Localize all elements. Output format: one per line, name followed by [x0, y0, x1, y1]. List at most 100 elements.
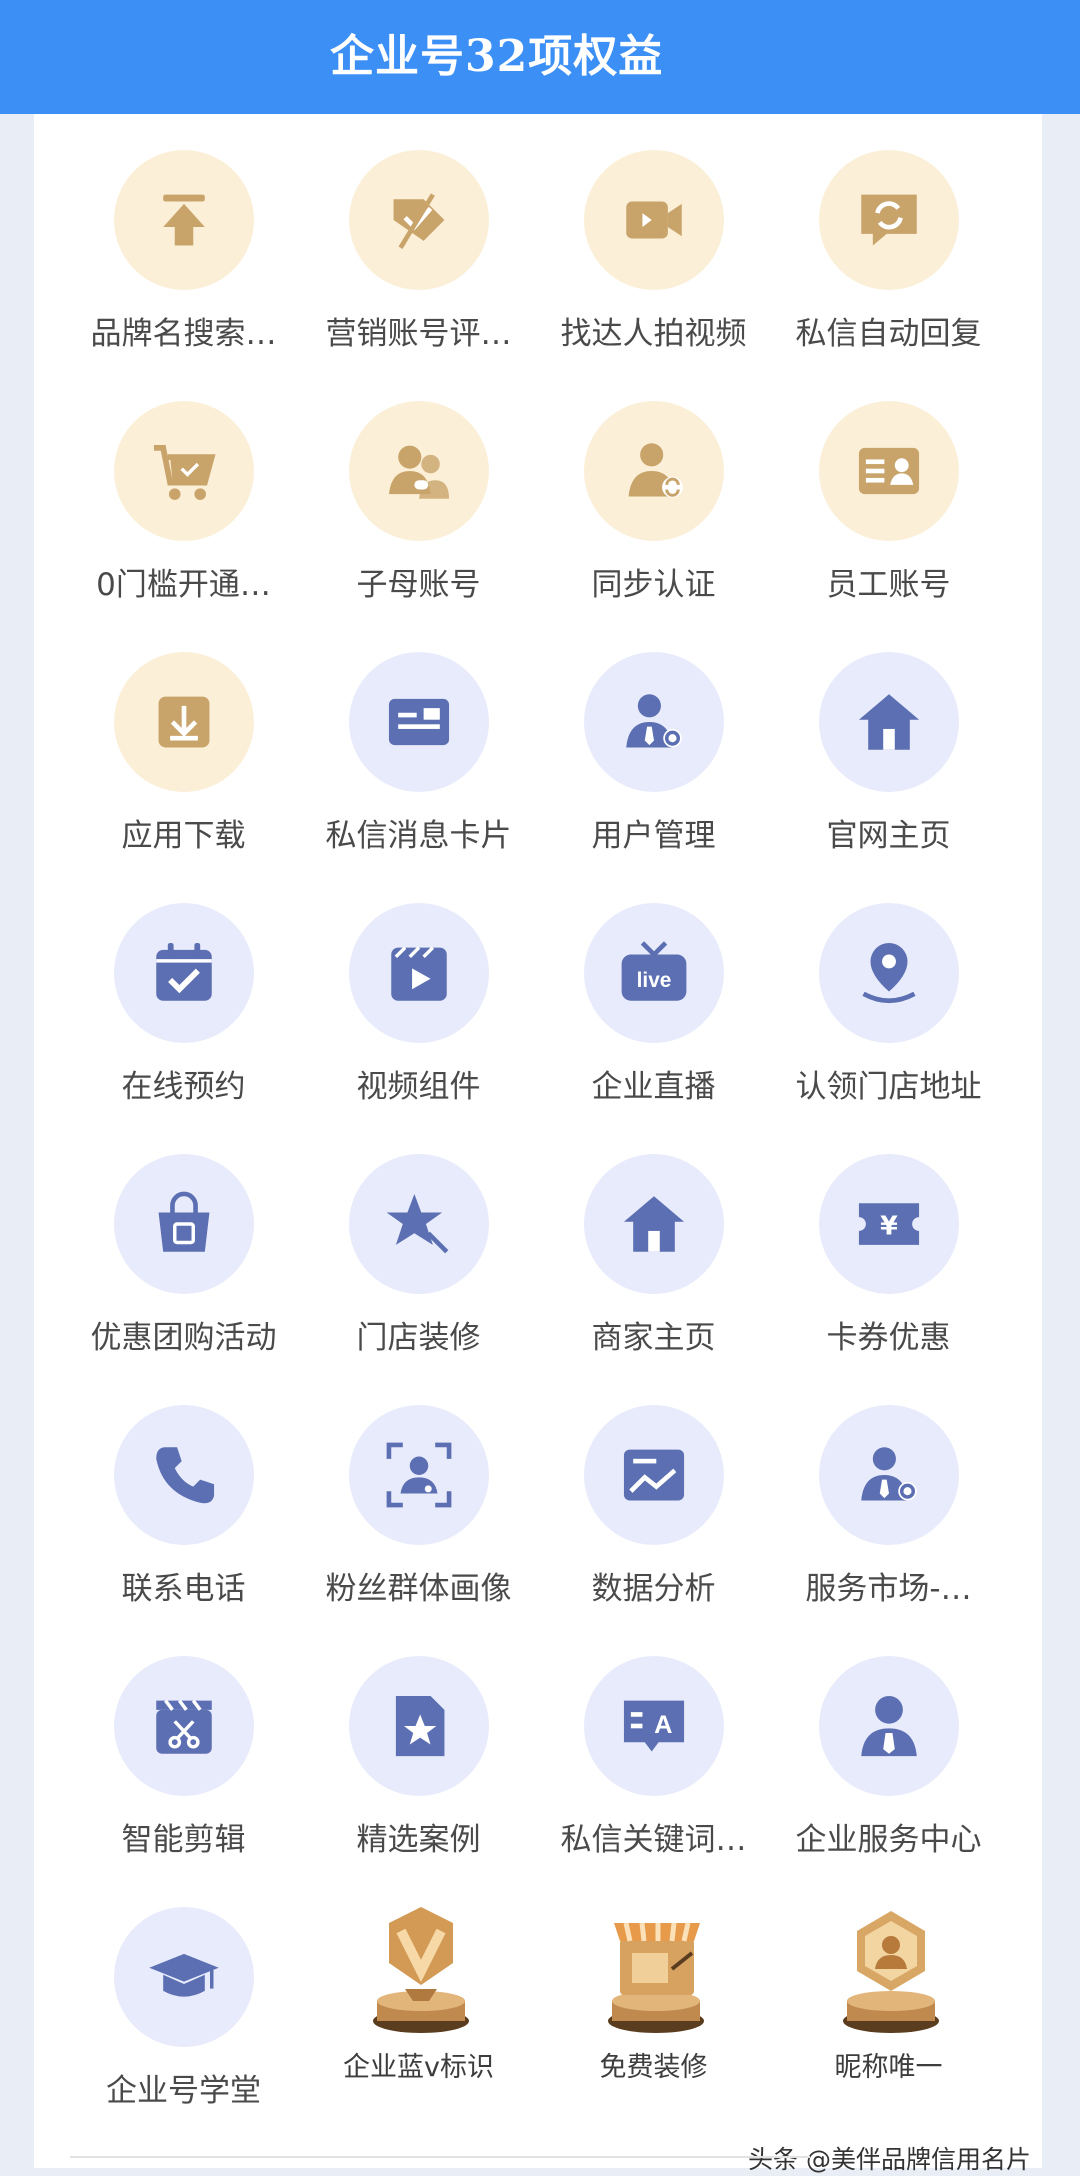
feature-label: 在线预约 — [121, 1069, 246, 1105]
feature-item[interactable]: live 企业直播 — [536, 903, 771, 1154]
feature-label: 私信关键词… — [560, 1822, 747, 1858]
feature-label: 视频组件 — [356, 1069, 481, 1105]
feature-item[interactable]: 员工账号 — [771, 401, 1006, 652]
feature-item[interactable]: 营销账号评… — [301, 150, 536, 401]
benefits-panel: 品牌名搜索… 营销账号评… 找达人拍视频 私信自动回复 0门槛开通… 子母账号 同步认证 员工… — [34, 114, 1042, 2168]
video-camera-icon — [583, 150, 724, 290]
feature-label: 员工账号 — [826, 567, 951, 603]
feature-item[interactable]: 官网主页 — [771, 652, 1006, 903]
live-tv-icon: live — [583, 903, 724, 1043]
location-pin-icon — [818, 903, 959, 1043]
svg-text:A: A — [654, 1711, 672, 1739]
feature-item[interactable]: 数据分析 — [536, 1405, 771, 1656]
feature-label: 服务市场-… — [805, 1571, 972, 1607]
feature-label: 门店装修 — [356, 1320, 481, 1356]
feature-label: 企业号学堂 — [106, 2073, 261, 2109]
feature-item[interactable]: 用户管理 — [536, 652, 771, 903]
feature-label: 数据分析 — [591, 1571, 716, 1607]
home-icon — [583, 1154, 724, 1294]
document-star-icon — [348, 1656, 489, 1796]
page-title: 企业号32项权益 — [330, 31, 664, 82]
feature-label: 子母账号 — [356, 567, 481, 603]
star-wand-icon — [348, 1154, 489, 1294]
badge-label: 昵称唯一 — [834, 2052, 943, 2083]
feature-item[interactable]: 粉丝群体画像 — [301, 1405, 536, 1656]
benefits-grid: 品牌名搜索… 营销账号评… 找达人拍视频 私信自动回复 0门槛开通… 子母账号 同步认证 员工… — [34, 114, 1042, 2168]
feature-item[interactable]: ¥ 卡券优惠 — [771, 1154, 1006, 1405]
feature-label: 0门槛开通… — [96, 567, 271, 603]
feature-item[interactable]: 优惠团购活动 — [66, 1154, 301, 1405]
feature-item[interactable]: 智能剪辑 — [66, 1656, 301, 1907]
coupon-icon: ¥ — [818, 1154, 959, 1294]
feature-item[interactable]: 门店装修 — [301, 1154, 536, 1405]
header-bar: 企业号32项权益 — [0, 0, 1080, 114]
blue-v-badge-icon — [349, 1893, 489, 2043]
feature-label: 卡券优惠 — [826, 1320, 951, 1356]
user-gear-icon — [583, 652, 724, 792]
feature-item[interactable]: 在线预约 — [66, 903, 301, 1154]
feature-item[interactable]: 应用下载 — [66, 652, 301, 903]
cart-check-icon — [113, 401, 254, 541]
id-card-icon — [818, 401, 959, 541]
feature-label: 同步认证 — [591, 567, 716, 603]
feature-item[interactable]: 品牌名搜索… — [66, 150, 301, 401]
arrow-up-icon — [113, 150, 254, 290]
phone-icon — [113, 1405, 254, 1545]
svg-text:¥: ¥ — [880, 1210, 898, 1240]
feature-label: 联系电话 — [121, 1571, 246, 1607]
feature-item[interactable]: 商家主页 — [536, 1154, 771, 1405]
svg-text:live: live — [636, 969, 671, 992]
chart-window-icon — [583, 1405, 724, 1545]
feature-label: 商家主页 — [591, 1320, 716, 1356]
feature-label: 私信消息卡片 — [325, 818, 512, 854]
storefront-badge-icon — [584, 1893, 724, 2043]
user-badge-icon — [819, 1893, 959, 2043]
feature-item[interactable]: 私信消息卡片 — [301, 652, 536, 903]
feature-item[interactable]: 同步认证 — [536, 401, 771, 652]
feature-label: 企业服务中心 — [795, 1822, 982, 1858]
feature-item[interactable]: 企业号学堂 — [66, 1907, 301, 2158]
two-users-icon — [348, 401, 489, 541]
feature-label: 智能剪辑 — [121, 1822, 246, 1858]
feature-label: 优惠团购活动 — [90, 1320, 277, 1356]
chat-refresh-icon — [818, 150, 959, 290]
badge-item[interactable]: 昵称唯一 — [771, 1907, 1006, 2158]
home-icon — [818, 652, 959, 792]
video-play-icon — [348, 903, 489, 1043]
feature-item[interactable]: 联系电话 — [66, 1405, 301, 1656]
badge-label: 免费装修 — [599, 2052, 708, 2083]
feature-label: 应用下载 — [121, 818, 246, 854]
feature-label: 认领门店地址 — [795, 1069, 982, 1105]
watermark-text: 头条 @美伴品牌信用名片 — [748, 2145, 1031, 2174]
user-gear-icon — [818, 1405, 959, 1545]
business-user-icon — [818, 1656, 959, 1796]
feature-item[interactable]: 精选案例 — [301, 1656, 536, 1907]
side-strip — [1042, 114, 1080, 2168]
badge-item[interactable]: 企业蓝v标识 — [301, 1907, 536, 2158]
feature-item[interactable]: 视频组件 — [301, 903, 536, 1154]
feature-item[interactable]: 私信自动回复 — [771, 150, 1006, 401]
feature-item[interactable]: 子母账号 — [301, 401, 536, 652]
feature-label: 粉丝群体画像 — [325, 1571, 512, 1607]
feature-label: 营销账号评… — [325, 316, 512, 352]
divider — [70, 2156, 810, 2158]
download-icon — [113, 652, 254, 792]
chat-a-icon: A — [583, 1656, 724, 1796]
message-card-icon — [348, 652, 489, 792]
feature-label: 精选案例 — [356, 1822, 481, 1858]
user-scan-icon — [348, 1405, 489, 1545]
feature-label: 官网主页 — [826, 818, 951, 854]
tag-check-icon — [348, 150, 489, 290]
feature-item[interactable]: 找达人拍视频 — [536, 150, 771, 401]
feature-item[interactable]: 认领门店地址 — [771, 903, 1006, 1154]
feature-item[interactable]: 0门槛开通… — [66, 401, 301, 652]
feature-label: 私信自动回复 — [795, 316, 982, 352]
feature-item[interactable]: 服务市场-… — [771, 1405, 1006, 1656]
user-sync-icon — [583, 401, 724, 541]
clapper-scissors-icon — [113, 1656, 254, 1796]
feature-label: 找达人拍视频 — [560, 316, 747, 352]
feature-item[interactable]: A 私信关键词… — [536, 1656, 771, 1907]
badge-item[interactable]: 免费装修 — [536, 1907, 771, 2158]
feature-label: 用户管理 — [591, 818, 716, 854]
feature-item[interactable]: 企业服务中心 — [771, 1656, 1006, 1907]
